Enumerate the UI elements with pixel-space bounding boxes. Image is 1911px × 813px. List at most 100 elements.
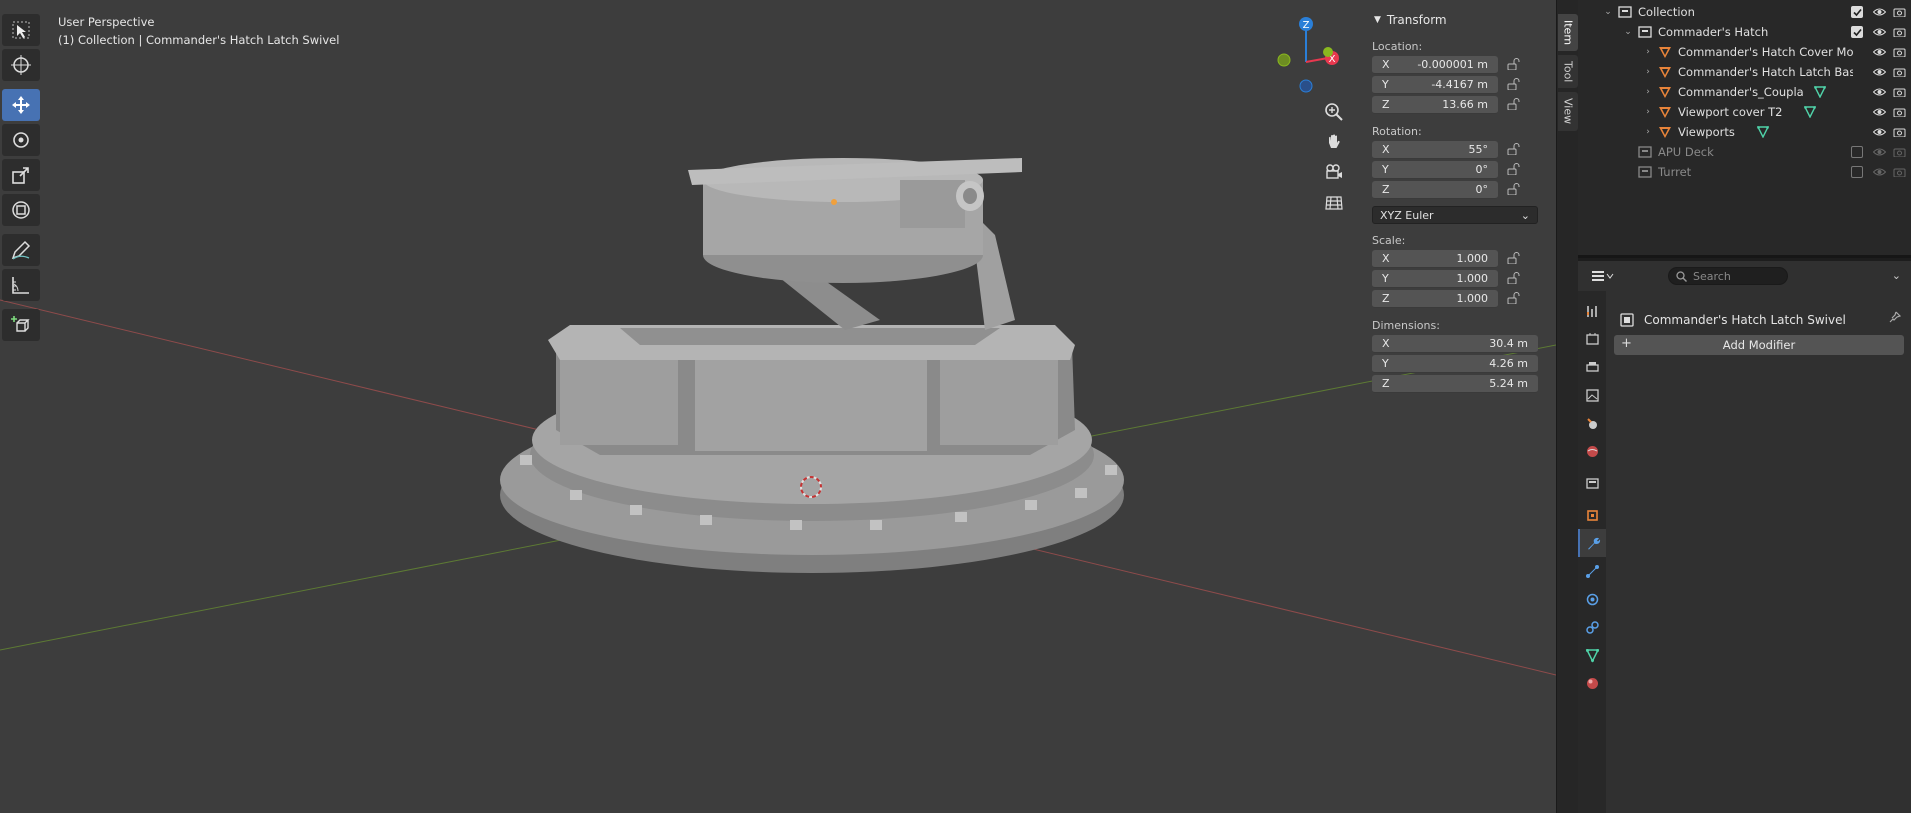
tab-tool-settings[interactable] [1578, 297, 1606, 325]
tab-material[interactable] [1578, 669, 1606, 697]
outliner-row-apu-deck[interactable]: APU Deck [1578, 142, 1911, 162]
tab-output[interactable] [1578, 353, 1606, 381]
eye-icon[interactable] [1871, 47, 1887, 57]
tab-view-layer[interactable] [1578, 381, 1606, 409]
rotation-mode-select[interactable]: XYZ Euler ⌄ [1372, 206, 1538, 224]
location-x-lock[interactable] [1498, 57, 1528, 73]
camera-icon[interactable] [1891, 147, 1907, 157]
rotation-y-lock[interactable] [1498, 162, 1528, 178]
rotation-y-field[interactable]: Y 0° [1372, 161, 1498, 179]
transform-panel-header[interactable]: ▼ Transform [1364, 10, 1542, 30]
scale-x-field[interactable]: X 1.000 [1372, 250, 1498, 268]
camera-icon[interactable] [1891, 7, 1907, 17]
camera-icon[interactable] [1891, 127, 1907, 137]
location-z-field[interactable]: Z 13.66 m [1372, 96, 1498, 114]
eye-icon[interactable] [1871, 127, 1887, 137]
camera-icon[interactable] [1891, 107, 1907, 117]
chevron-right-icon[interactable]: › [1642, 127, 1654, 137]
mesh-data-icon[interactable] [1756, 126, 1769, 138]
location-y-field[interactable]: Y -4.4167 m [1372, 76, 1498, 94]
camera-icon[interactable] [1891, 47, 1907, 57]
exclude-checkbox[interactable] [1851, 166, 1863, 178]
cursor-tool[interactable] [2, 49, 40, 81]
chevron-down-icon[interactable]: ⌄ [1622, 27, 1634, 37]
tab-world[interactable] [1578, 437, 1606, 465]
pin-icon[interactable] [1889, 311, 1902, 326]
tab-view[interactable]: View [1558, 92, 1578, 131]
eye-icon[interactable] [1871, 87, 1887, 97]
camera-icon[interactable] [1891, 87, 1907, 97]
pan-button[interactable] [1320, 128, 1348, 156]
3d-viewport[interactable]: User Perspective (1) Collection | Comman… [0, 0, 1556, 813]
rotation-x-lock[interactable] [1498, 142, 1528, 158]
add-cube-tool[interactable] [2, 309, 40, 341]
dimensions-y-field[interactable]: Y 4.26 m [1372, 355, 1538, 373]
rotation-x-field[interactable]: X 55° [1372, 141, 1498, 159]
outliner-row-hatch-cover[interactable]: › Commander's Hatch Cover Mo [1578, 42, 1911, 62]
exclude-checkbox[interactable] [1851, 146, 1863, 158]
properties-search-input[interactable]: Search [1668, 267, 1788, 285]
scale-y-lock[interactable] [1498, 271, 1528, 287]
zoom-button[interactable] [1320, 98, 1348, 126]
outliner-row-turret[interactable]: Turret [1578, 162, 1911, 182]
outliner-row-hatch-latch-base[interactable]: › Commander's Hatch Latch Bas [1578, 62, 1911, 82]
measure-tool[interactable] [2, 269, 40, 301]
navigation-gizmo[interactable]: Z X [1270, 14, 1344, 94]
outliner-row-collection[interactable]: ⌄ Collection [1578, 2, 1911, 22]
rotation-z-field[interactable]: Z 0° [1372, 181, 1498, 199]
exclude-checkbox[interactable] [1851, 26, 1863, 38]
mesh-data-icon[interactable] [1804, 106, 1817, 118]
transform-tool[interactable] [2, 194, 40, 226]
tab-modifiers[interactable] [1578, 529, 1606, 557]
tab-physics[interactable] [1578, 585, 1606, 613]
chevron-down-icon[interactable]: ⌄ [1602, 7, 1614, 17]
chevron-right-icon[interactable]: › [1642, 47, 1654, 57]
eye-icon[interactable] [1871, 27, 1887, 37]
scale-x-lock[interactable] [1498, 251, 1528, 267]
chevron-down-icon[interactable]: ⌄ [1892, 269, 1901, 282]
tab-object[interactable] [1578, 501, 1606, 529]
scale-z-lock[interactable] [1498, 291, 1528, 307]
outliner-row-commaders-hatch[interactable]: ⌄ Commader's Hatch [1578, 22, 1911, 42]
tab-collection[interactable] [1578, 469, 1606, 497]
eye-icon[interactable] [1871, 167, 1887, 177]
chevron-right-icon[interactable]: › [1642, 87, 1654, 97]
tab-render[interactable] [1578, 325, 1606, 353]
exclude-checkbox[interactable] [1851, 6, 1863, 18]
camera-icon[interactable] [1891, 27, 1907, 37]
dimensions-z-field[interactable]: Z 5.24 m [1372, 375, 1538, 393]
location-x-field[interactable]: X -0.000001 m [1372, 56, 1498, 74]
chevron-right-icon[interactable]: › [1642, 107, 1654, 117]
rotate-tool[interactable] [2, 124, 40, 156]
camera-icon[interactable] [1891, 167, 1907, 177]
scale-tool[interactable] [2, 159, 40, 191]
eye-icon[interactable] [1871, 7, 1887, 17]
chevron-right-icon[interactable]: › [1642, 67, 1654, 77]
dimensions-x-field[interactable]: X 30.4 m [1372, 335, 1538, 353]
camera-view-button[interactable] [1320, 158, 1348, 186]
annotate-tool[interactable] [2, 234, 40, 266]
eye-icon[interactable] [1871, 147, 1887, 157]
outliner-row-viewports[interactable]: › Viewports [1578, 122, 1911, 142]
eye-icon[interactable] [1871, 107, 1887, 117]
editor-type-menu[interactable] [1590, 267, 1622, 285]
mesh-data-icon[interactable] [1813, 86, 1826, 98]
camera-icon[interactable] [1891, 67, 1907, 77]
outliner-row-viewport-cover[interactable]: › Viewport cover T2 [1578, 102, 1911, 122]
location-z-lock[interactable] [1498, 97, 1528, 113]
scale-y-field[interactable]: Y 1.000 [1372, 270, 1498, 288]
tab-scene[interactable] [1578, 409, 1606, 437]
location-y-lock[interactable] [1498, 77, 1528, 93]
move-tool[interactable] [2, 89, 40, 121]
rotation-z-lock[interactable] [1498, 182, 1528, 198]
tab-tool[interactable]: Tool [1558, 55, 1578, 89]
add-modifier-button[interactable]: + Add Modifier [1614, 335, 1904, 355]
tab-particles[interactable] [1578, 557, 1606, 585]
ortho-toggle-button[interactable] [1320, 188, 1348, 216]
eye-icon[interactable] [1871, 67, 1887, 77]
outliner-row-coupla[interactable]: › Commander's_Coupla [1578, 82, 1911, 102]
tab-data[interactable] [1578, 641, 1606, 669]
select-box-tool[interactable] [2, 14, 40, 46]
tab-constraints[interactable] [1578, 613, 1606, 641]
scale-z-field[interactable]: Z 1.000 [1372, 290, 1498, 308]
